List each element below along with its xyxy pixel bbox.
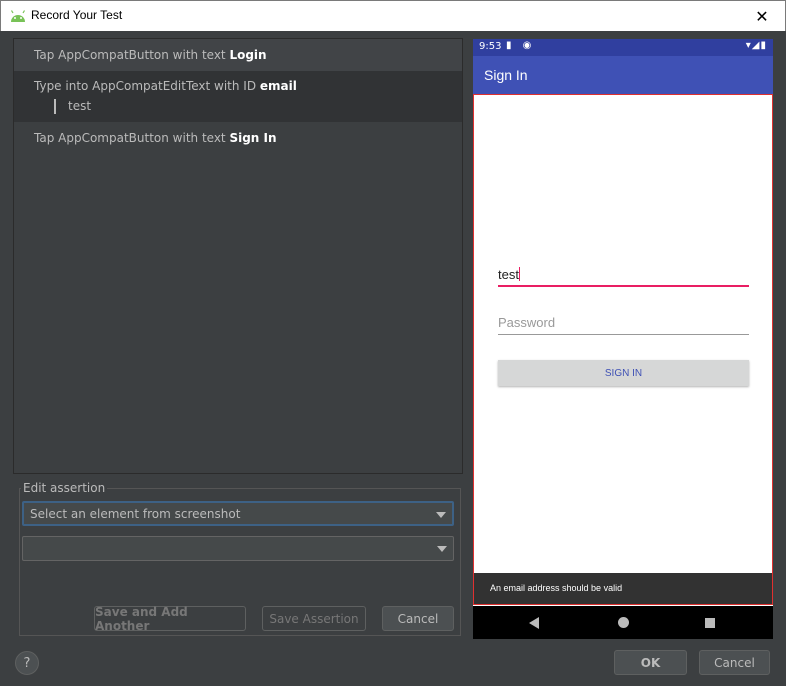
recent-apps-icon[interactable]: [705, 618, 715, 628]
close-icon[interactable]: ✕: [739, 1, 785, 31]
status-notification-icons: ▮ ◉: [506, 40, 536, 51]
text-cursor: [518, 267, 520, 281]
window-title: Record Your Test: [31, 8, 123, 22]
android-icon: [10, 10, 26, 22]
step-target: Login: [229, 48, 267, 62]
recorded-steps-list: Tap AppCompatButton with text Login Type…: [13, 38, 463, 474]
device-content-area[interactable]: test Password SIGN IN An email address s…: [473, 94, 773, 605]
status-time: 9:53: [479, 41, 502, 52]
assertion-cancel-button[interactable]: Cancel: [382, 606, 454, 631]
home-icon[interactable]: [618, 617, 629, 628]
device-screenshot[interactable]: 9:53 ▮ ◉ ▾◢▮ Sign In test Password SIGN …: [473, 39, 773, 639]
device-app-title: Sign In: [484, 67, 528, 83]
step-typed-value: test: [54, 99, 462, 114]
assertion-type-select[interactable]: [22, 536, 454, 561]
password-field[interactable]: Password: [498, 315, 749, 335]
title-bar: Record Your Test ✕: [0, 0, 786, 31]
sign-in-button[interactable]: SIGN IN: [498, 360, 749, 386]
email-field-value: test: [498, 267, 519, 282]
edit-assertion-label: Edit assertion: [21, 481, 108, 495]
save-and-add-another-button[interactable]: Save and Add Another: [94, 605, 246, 633]
device-nav-bar: [473, 606, 773, 639]
status-signal-battery-icons: ▾◢▮: [745, 40, 767, 51]
save-assertion-button[interactable]: Save Assertion: [262, 606, 366, 631]
list-item[interactable]: Tap AppCompatButton with text Sign In: [14, 122, 462, 154]
help-icon[interactable]: ?: [15, 651, 39, 675]
device-app-bar: Sign In: [473, 56, 773, 94]
list-item[interactable]: Tap AppCompatButton with text Login: [14, 39, 462, 71]
chevron-down-icon: [436, 512, 446, 518]
step-action: Tap AppCompatButton with text: [34, 48, 230, 62]
step-target: email: [259, 79, 297, 93]
step-action: Type into AppCompatEditText with ID: [34, 79, 260, 93]
email-field[interactable]: test: [498, 267, 749, 287]
element-select[interactable]: Select an element from screenshot: [22, 501, 454, 526]
step-target: Sign In: [229, 131, 277, 145]
step-action: Tap AppCompatButton with text: [34, 131, 230, 145]
ok-button[interactable]: OK: [614, 650, 687, 675]
snackbar-message: An email address should be valid: [474, 573, 772, 604]
cancel-button[interactable]: Cancel: [699, 650, 770, 675]
back-icon[interactable]: [529, 617, 539, 629]
list-item[interactable]: Type into AppCompatEditText with ID emai…: [14, 71, 462, 122]
device-status-bar: 9:53 ▮ ◉ ▾◢▮: [473, 39, 773, 56]
chevron-down-icon: [437, 546, 447, 552]
element-select-value: Select an element from screenshot: [30, 507, 241, 521]
